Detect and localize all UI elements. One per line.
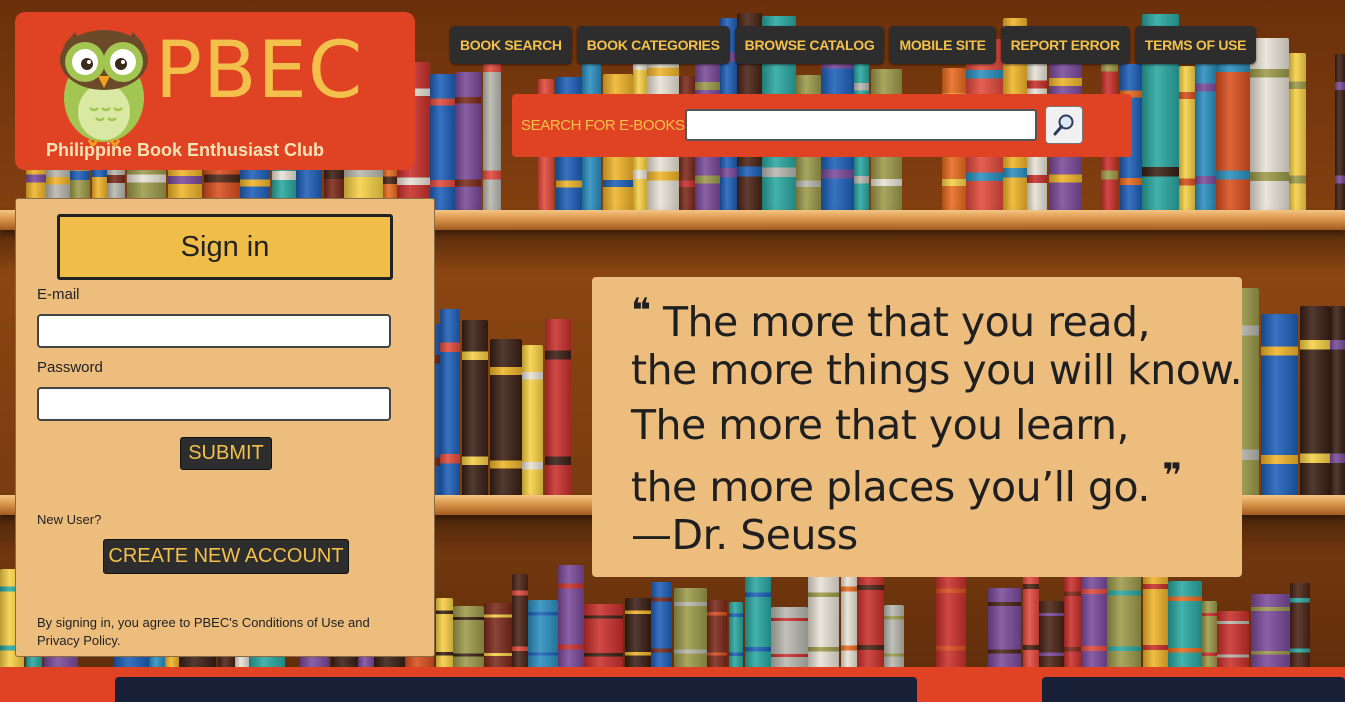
quote-line-1: The more that you read, <box>663 298 1151 346</box>
book-spine <box>430 74 455 210</box>
nav-browse-catalog[interactable]: BROWSE CATALOG <box>734 26 885 64</box>
book-spine <box>729 602 743 667</box>
book-spine <box>707 600 727 667</box>
email-field[interactable] <box>37 314 391 348</box>
search-label: SEARCH FOR E-BOOKS <box>521 117 685 134</box>
site-logo[interactable]: PBEC Philippine Book Enthusiast Club <box>15 12 415 170</box>
book-spine <box>1023 566 1039 667</box>
book-spine <box>436 598 453 667</box>
book-spine <box>1064 575 1081 667</box>
quote-author: —Dr. Seuss <box>631 511 858 559</box>
book-spine <box>490 339 522 495</box>
book-spine <box>1290 583 1310 667</box>
footer-bar <box>0 667 1345 702</box>
book-spine <box>1039 601 1064 667</box>
quote-line-4: the more places you’ll go. <box>631 463 1150 511</box>
book-spine <box>1261 314 1298 495</box>
quote-box: ❝ The more that you read, the more thing… <box>592 277 1243 577</box>
book-spine <box>1202 601 1217 667</box>
book-spine <box>745 576 771 667</box>
signin-heading: Sign in <box>57 214 393 280</box>
book-spine <box>440 309 460 495</box>
ebook-search-bar: SEARCH FOR E-BOOKS <box>512 94 1132 157</box>
book-spine <box>808 576 839 667</box>
quote-line-2: the more things you will know. <box>631 346 1243 394</box>
book-spine <box>1179 66 1195 210</box>
nav-mobile-site[interactable]: MOBILE SITE <box>889 26 996 64</box>
logo-subtitle: Philippine Book Enthusiast Club <box>45 140 324 160</box>
book-spine <box>462 320 488 495</box>
nav-book-search[interactable]: BOOK SEARCH <box>450 26 572 64</box>
book-spine <box>528 600 558 667</box>
nav-terms-of-use[interactable]: TERMS OF USE <box>1134 26 1257 64</box>
book-spine <box>1300 306 1330 495</box>
password-field[interactable] <box>37 387 391 421</box>
submit-button[interactable]: SUBMIT <box>180 437 272 470</box>
footer-panel-right <box>1042 677 1345 702</box>
footer-panel-left <box>115 677 917 702</box>
book-spine <box>484 603 512 667</box>
quote-line-3: The more that you learn, <box>631 401 1130 449</box>
nav-report-error[interactable]: REPORT ERROR <box>1000 26 1130 64</box>
book-spine <box>1330 306 1345 495</box>
book-spine <box>988 588 1021 667</box>
book-spine <box>455 72 481 210</box>
book-spine <box>1168 581 1202 667</box>
book-spine <box>558 565 584 667</box>
nav-book-categories[interactable]: BOOK CATEGORIES <box>576 26 730 64</box>
book-spine <box>674 588 707 667</box>
create-account-button[interactable]: CREATE NEW ACCOUNT <box>103 539 349 574</box>
book-spine <box>545 319 571 495</box>
book-spine <box>584 604 623 667</box>
book-spine <box>522 345 543 495</box>
search-button[interactable] <box>1045 106 1083 144</box>
book-spine <box>841 569 857 667</box>
owl-mascot-icon <box>60 30 148 146</box>
top-nav: BOOK SEARCH BOOK CATEGORIES BROWSE CATAL… <box>450 26 1257 64</box>
email-label: E-mail <box>37 286 80 303</box>
password-label: Password <box>37 359 103 376</box>
book-spine <box>1335 54 1345 210</box>
magnifier-icon <box>1053 114 1074 136</box>
book-spine <box>771 607 808 667</box>
search-input[interactable] <box>685 109 1037 141</box>
terms-text-line2[interactable]: Privacy Policy. <box>37 632 121 650</box>
book-spine <box>884 605 904 667</box>
book-spine <box>1217 611 1249 667</box>
terms-text-line1: By signing in, you agree to PBEC's Condi… <box>37 615 370 630</box>
signin-panel: Sign in E-mail Password SUBMIT New User?… <box>15 198 435 657</box>
book-spine <box>1081 572 1107 667</box>
book-spine <box>1289 53 1306 210</box>
book-spine <box>625 598 651 667</box>
new-user-label: New User? <box>37 512 102 527</box>
open-quote-icon: ❝ <box>631 291 651 331</box>
book-spine <box>1251 594 1290 667</box>
book-spine <box>1107 574 1141 667</box>
book-spine <box>651 582 672 667</box>
book-spine <box>1195 56 1216 210</box>
book-spine <box>936 571 966 667</box>
logo-title: PBEC <box>155 26 364 116</box>
book-spine <box>1143 566 1168 667</box>
book-spine <box>453 606 484 667</box>
book-spine <box>512 574 528 667</box>
book-spine <box>857 567 884 667</box>
close-quote-icon: ❞ <box>1162 456 1182 496</box>
